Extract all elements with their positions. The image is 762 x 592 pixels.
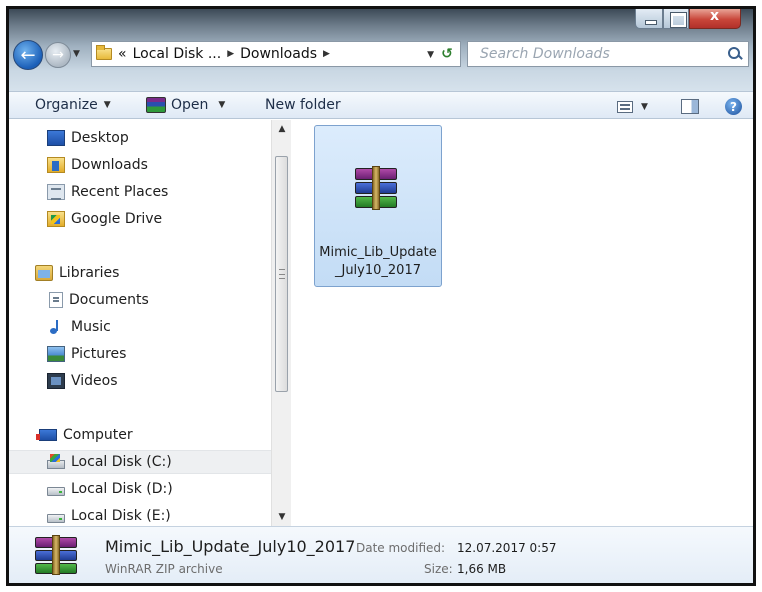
- file-item[interactable]: Mimic_Lib_Update_July10_2017: [314, 125, 442, 287]
- refresh-icon[interactable]: ↺: [438, 45, 456, 63]
- nav-item-music[interactable]: Music: [47, 315, 111, 339]
- file-name: Mimic_Lib_Update_July10_2017: [319, 245, 437, 278]
- nav-item-label: Music: [71, 319, 111, 335]
- search-input[interactable]: Search Downloads: [467, 41, 749, 67]
- nav-item-label: Computer: [63, 427, 133, 443]
- window-controls: [635, 9, 747, 31]
- nav-item-label: Documents: [69, 292, 149, 308]
- back-arrow-icon: ←: [20, 44, 36, 66]
- details-file-name: Mimic_Lib_Update_July10_2017: [105, 537, 356, 556]
- details-size-value: 1,66 MB: [457, 562, 507, 576]
- details-modified-value: 12.07.2017 0:57: [457, 541, 557, 555]
- folder-icon: [96, 45, 112, 60]
- nav-item-libraries[interactable]: Libraries: [35, 261, 119, 285]
- pictures-icon: [47, 346, 65, 362]
- nav-item-label: Pictures: [71, 346, 127, 362]
- nav-item-recent-places[interactable]: Recent Places: [47, 180, 168, 204]
- navigation-pane: Desktop Downloads Recent Places Google D…: [9, 120, 271, 526]
- scroll-up-arrow-icon[interactable]: ▲: [272, 120, 292, 138]
- scrollbar-grip-icon: [279, 269, 285, 279]
- forward-arrow-icon: →: [52, 47, 64, 63]
- open-button[interactable]: Open ▼: [146, 97, 225, 113]
- winrar-archive-icon: [35, 535, 77, 575]
- nav-item-pictures[interactable]: Pictures: [47, 342, 126, 366]
- nav-item-label: Local Disk (D:): [71, 481, 173, 497]
- address-bar[interactable]: « Local Disk ... ▶ Downloads ▶ ▼ ↺: [91, 41, 461, 67]
- back-button[interactable]: ←: [13, 40, 43, 70]
- nav-item-downloads[interactable]: Downloads: [47, 153, 148, 177]
- minimize-button[interactable]: [635, 9, 663, 29]
- nav-item-label: Local Disk (C:): [71, 454, 172, 470]
- organize-label: Organize: [35, 97, 98, 113]
- search-placeholder: Search Downloads: [480, 46, 610, 62]
- local-disk-c-icon: [47, 454, 65, 469]
- details-modified-label: Date modified:: [356, 541, 446, 555]
- help-icon[interactable]: ?: [725, 98, 742, 115]
- recent-places-icon: [47, 184, 65, 200]
- nav-item-label: Libraries: [59, 265, 120, 281]
- forward-button[interactable]: →: [45, 42, 71, 68]
- winrar-icon: [146, 97, 166, 113]
- navigation-scrollbar[interactable]: ▲ ▼: [271, 120, 291, 526]
- drive-icon: [47, 487, 65, 496]
- music-icon: [47, 319, 65, 335]
- nav-item-google-drive[interactable]: Google Drive: [47, 207, 162, 231]
- downloads-folder-icon: [47, 157, 65, 173]
- details-size-label: Size:: [424, 562, 453, 576]
- search-icon[interactable]: [728, 47, 742, 61]
- chevron-down-icon: ▼: [103, 100, 111, 110]
- winrar-archive-icon: [355, 166, 397, 210]
- organize-button[interactable]: Organize ▼: [35, 97, 111, 113]
- desktop-icon: [47, 130, 65, 146]
- videos-icon: [47, 373, 65, 389]
- new-folder-label: New folder: [265, 97, 341, 113]
- maximize-button[interactable]: [663, 9, 689, 29]
- nav-item-desktop[interactable]: Desktop: [47, 126, 129, 150]
- nav-item-documents[interactable]: Documents: [47, 288, 149, 312]
- nav-item-videos[interactable]: Videos: [47, 369, 118, 393]
- details-file-type: WinRAR ZIP archive: [105, 562, 223, 576]
- open-label: Open: [171, 97, 209, 113]
- preview-pane-icon[interactable]: [681, 99, 699, 114]
- drive-icon: [47, 514, 65, 523]
- view-options-chevron-icon[interactable]: ▼: [641, 102, 648, 112]
- computer-icon: [36, 429, 57, 441]
- nav-item-label: Local Disk (E:): [71, 508, 171, 524]
- breadcrumb-downloads[interactable]: Downloads: [240, 46, 317, 62]
- nav-item-label: Recent Places: [71, 184, 169, 200]
- help-symbol: ?: [730, 99, 737, 114]
- details-pane: Mimic_Lib_Update_July10_2017 WinRAR ZIP …: [9, 526, 753, 583]
- scrollbar-thumb[interactable]: [275, 156, 288, 392]
- chevron-down-icon: ▼: [218, 100, 226, 110]
- nav-item-local-disk-c[interactable]: Local Disk (C:): [9, 450, 271, 474]
- new-folder-button[interactable]: New folder: [265, 97, 341, 113]
- address-prefix[interactable]: «: [118, 46, 127, 62]
- nav-item-label: Downloads: [71, 157, 148, 173]
- recent-pages-button[interactable]: ▼: [73, 49, 87, 63]
- scroll-down-arrow-icon[interactable]: ▼: [272, 508, 292, 526]
- explorer-window: ← → ▼ « Local Disk ... ▶ Downloads ▶ ▼ ↺…: [6, 6, 756, 586]
- address-dropdown-icon[interactable]: ▼: [427, 50, 434, 60]
- breadcrumb-separator-icon[interactable]: ▶: [227, 49, 234, 59]
- libraries-icon: [35, 265, 53, 281]
- chevron-down-icon: ▼: [73, 49, 80, 59]
- title-bar: ← → ▼ « Local Disk ... ▶ Downloads ▶ ▼ ↺…: [9, 9, 753, 91]
- change-view-icon[interactable]: [617, 101, 633, 113]
- nav-item-computer[interactable]: Computer: [36, 423, 133, 447]
- command-bar: Organize ▼ Open ▼ New folder ▼ ?: [9, 91, 753, 119]
- breadcrumb-separator-icon[interactable]: ▶: [323, 49, 330, 59]
- close-button[interactable]: [689, 9, 741, 29]
- nav-item-local-disk-d[interactable]: Local Disk (D:): [47, 477, 173, 501]
- google-drive-icon: [47, 211, 65, 227]
- file-list[interactable]: Mimic_Lib_Update_July10_2017: [292, 120, 753, 526]
- nav-item-local-disk-e[interactable]: Local Disk (E:): [47, 504, 171, 526]
- breadcrumb-local-disk[interactable]: Local Disk ...: [133, 46, 222, 62]
- nav-item-label: Google Drive: [71, 211, 163, 227]
- nav-item-label: Videos: [71, 373, 118, 389]
- documents-icon: [49, 292, 63, 308]
- nav-item-label: Desktop: [71, 130, 129, 146]
